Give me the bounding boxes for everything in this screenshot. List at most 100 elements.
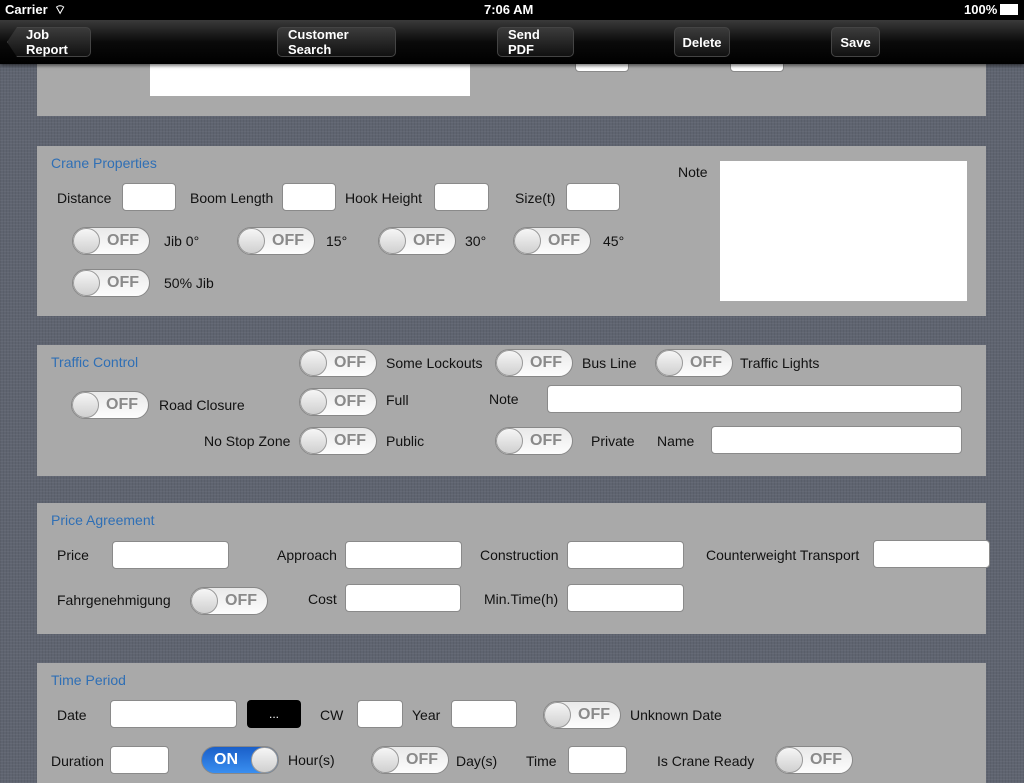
counterweight-label: Counterweight Transport <box>706 547 860 563</box>
traffic-note-input[interactable] <box>547 385 962 413</box>
switch-knob <box>73 270 100 296</box>
counterweight-transport-input[interactable] <box>873 540 990 568</box>
switch-knob <box>776 747 803 773</box>
date-input[interactable] <box>110 700 237 728</box>
no-stop-zone-label: No Stop Zone <box>204 433 291 449</box>
bus-line-switch[interactable]: OFF <box>495 349 573 377</box>
private-switch[interactable]: OFF <box>495 427 573 455</box>
approach-label: Approach <box>277 547 337 563</box>
switch-knob <box>496 428 523 454</box>
name-label: Name <box>657 433 695 449</box>
switch-knob <box>238 228 265 254</box>
construction-input[interactable] <box>567 541 684 569</box>
crane-note-textarea[interactable] <box>720 161 967 301</box>
road-closure-switch[interactable]: OFF <box>71 391 149 419</box>
cw-label: CW <box>320 707 344 723</box>
switch-knob <box>72 392 99 418</box>
j15-label: 15° <box>326 233 348 249</box>
size-input[interactable] <box>566 183 620 211</box>
note-label: Note <box>678 164 708 180</box>
section-title: Traffic Control <box>51 354 139 370</box>
navigation-bar: Job Report Customer Search Send PDF Dele… <box>0 20 1024 64</box>
switch-state-text: OFF <box>406 751 438 768</box>
cw-input[interactable] <box>357 700 403 728</box>
full-switch[interactable]: OFF <box>299 388 377 416</box>
days-switch[interactable]: OFF <box>371 746 449 774</box>
jib0-switch[interactable]: OFF <box>72 227 150 255</box>
duration-input[interactable] <box>110 746 169 774</box>
traffic-lights-switch[interactable]: OFF <box>655 349 733 377</box>
duration-label: Duration <box>51 753 104 769</box>
min-time-label: Min.Time(h) <box>484 591 559 607</box>
description-textarea[interactable] <box>150 64 470 96</box>
approach-input[interactable] <box>345 541 462 569</box>
time-label: Time <box>526 753 557 769</box>
jib50-switch[interactable]: OFF <box>72 269 150 297</box>
switch-state-text: ON <box>214 751 238 768</box>
delete-button[interactable]: Delete <box>674 27 730 57</box>
switch-state-text: OFF <box>578 706 610 723</box>
unknown-date-switch[interactable]: OFF <box>543 701 621 729</box>
public-switch[interactable]: OFF <box>299 427 377 455</box>
switch-state-text: OFF <box>107 274 139 291</box>
year-label: Year <box>412 707 441 723</box>
switch-knob <box>251 747 278 773</box>
battery-percent: 100% <box>964 2 998 17</box>
switch-state-text: OFF <box>690 354 722 371</box>
date-picker-button[interactable]: ... <box>247 700 301 728</box>
j45-label: 45° <box>603 233 625 249</box>
boom-length-input[interactable] <box>282 183 336 211</box>
private-label: Private <box>591 433 635 449</box>
hours-switch[interactable]: ON <box>201 746 279 774</box>
battery-icon <box>1000 4 1018 15</box>
j30-label: 30° <box>465 233 487 249</box>
fahrgenehmigung-label: Fahrgenehmigung <box>57 592 171 608</box>
j15-switch[interactable]: OFF <box>237 227 315 255</box>
switch-state-text: OFF <box>334 393 366 410</box>
switch-state-text: OFF <box>413 232 445 249</box>
switch-state-text: OFF <box>530 354 562 371</box>
time-input[interactable] <box>568 746 627 774</box>
switch-state-text: OFF <box>106 396 138 413</box>
send-pdf-button[interactable]: Send PDF <box>497 27 574 57</box>
price-input[interactable] <box>112 541 229 569</box>
construction-label: Construction <box>480 547 559 563</box>
some-lockouts-switch[interactable]: OFF <box>299 349 377 377</box>
distance-input[interactable] <box>122 183 176 211</box>
hook-height-input[interactable] <box>434 183 489 211</box>
switch-knob <box>300 428 327 454</box>
traffic-lights-label: Traffic Lights <box>740 355 820 371</box>
section-title: Crane Properties <box>51 155 157 171</box>
switch-knob <box>300 350 327 376</box>
days-label: Day(s) <box>456 753 498 769</box>
min-time-input[interactable] <box>567 584 684 612</box>
price-label: Price <box>57 547 89 563</box>
public-label: Public <box>386 433 425 449</box>
carrier: Carrier <box>5 2 48 17</box>
date-label: Date <box>57 707 87 723</box>
road-closure-label: Road Closure <box>159 397 245 413</box>
switch-knob <box>300 389 327 415</box>
j45-switch[interactable]: OFF <box>513 227 591 255</box>
jib0-label: Jib 0° <box>164 233 200 249</box>
status-bar: Carrier ⌔ 7:06 AM 100% <box>0 0 1024 20</box>
clock: 7:06 AM <box>484 2 534 17</box>
switch-knob <box>656 350 683 376</box>
section-title: Price Agreement <box>51 512 155 528</box>
name-input[interactable] <box>711 426 962 454</box>
save-button[interactable]: Save <box>831 27 880 57</box>
bus-line-label: Bus Line <box>582 355 637 371</box>
cost-label: Cost <box>308 591 337 607</box>
customer-search-button[interactable]: Customer Search <box>277 27 396 57</box>
crane-ready-switch[interactable]: OFF <box>775 746 853 774</box>
switch-state-text: OFF <box>530 432 562 449</box>
job-report-back-button[interactable]: Job Report <box>7 27 91 57</box>
hook-height-label: Hook Height <box>345 190 423 206</box>
fahrgenehmigung-switch[interactable]: OFF <box>190 587 268 615</box>
year-input[interactable] <box>451 700 517 728</box>
j30-switch[interactable]: OFF <box>378 227 456 255</box>
switch-knob <box>191 588 218 614</box>
some-lockouts-label: Some Lockouts <box>386 355 483 371</box>
cost-input[interactable] <box>345 584 461 612</box>
switch-state-text: OFF <box>334 432 366 449</box>
